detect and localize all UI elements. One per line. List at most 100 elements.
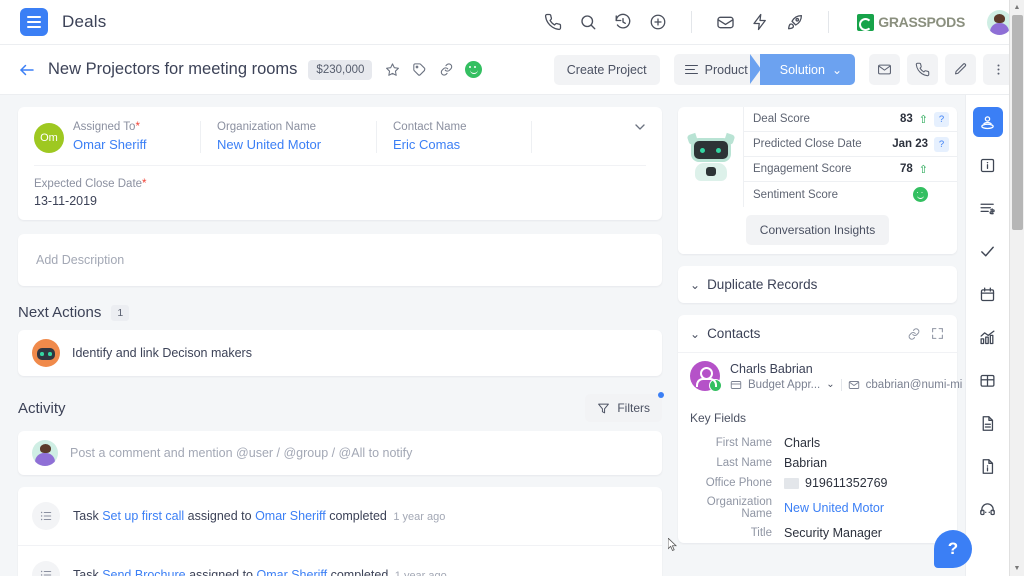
comment-box[interactable]: Post a comment and mention @user / @grou… bbox=[18, 431, 662, 475]
key-field-value: 919611352769 bbox=[784, 476, 888, 490]
document-icon bbox=[979, 415, 996, 432]
contact-meta: Budget Appr... ⌄ cbabrian@numi-mi bbox=[730, 379, 962, 391]
task-assignee[interactable]: Omar Sheriff bbox=[256, 568, 327, 576]
sidebar-item-calendar[interactable] bbox=[973, 279, 1003, 309]
contact-location-icon bbox=[979, 114, 996, 131]
help-icon[interactable]: ? bbox=[934, 137, 949, 152]
topbar-icons: GRASSPODS bbox=[542, 10, 1012, 35]
help-button[interactable]: ? bbox=[934, 530, 972, 568]
filters-button[interactable]: Filters bbox=[585, 394, 662, 422]
expected-close-date-label: Expected Close Date* bbox=[34, 178, 182, 190]
check-icon bbox=[979, 243, 996, 260]
task-kind: Task bbox=[73, 568, 99, 576]
brand-name: GRASSPODS bbox=[878, 14, 965, 30]
table-row[interactable]: Task Send Brochure assigned to Omar Sher… bbox=[18, 545, 662, 576]
assigned-to-value[interactable]: Omar Sheriff bbox=[73, 137, 146, 152]
sidebar-item-info[interactable] bbox=[973, 150, 1003, 180]
inbox-icon[interactable] bbox=[714, 11, 736, 33]
search-icon[interactable] bbox=[577, 11, 599, 33]
organization-name-label: Organization Name bbox=[217, 121, 358, 133]
brand-mark-icon bbox=[857, 14, 874, 31]
key-field-row: Title Security Manager bbox=[678, 523, 957, 543]
plus-circle-icon[interactable] bbox=[647, 11, 669, 33]
task-name[interactable]: Set up first call bbox=[102, 509, 184, 523]
assigned-to-field: Om Assigned To* Omar Sheriff bbox=[34, 121, 200, 153]
sidebar-item-analytics[interactable] bbox=[973, 322, 1003, 352]
edit-icon[interactable] bbox=[945, 54, 976, 85]
history-icon[interactable] bbox=[612, 11, 634, 33]
sentiment-smiley-icon bbox=[465, 61, 482, 78]
sidebar-item-document-info[interactable] bbox=[973, 451, 1003, 481]
hamburger-icon[interactable] bbox=[20, 8, 48, 36]
next-actions-header: Next Actions 1 bbox=[18, 304, 662, 321]
lightning-icon[interactable] bbox=[749, 11, 771, 33]
role-card-icon bbox=[730, 379, 742, 391]
deal-score-value: 83 bbox=[900, 113, 913, 125]
back-button[interactable] bbox=[14, 57, 40, 83]
expand-icon[interactable] bbox=[929, 326, 945, 342]
contacts-title: Contacts bbox=[707, 326, 760, 341]
key-field-value[interactable]: New United Motor bbox=[784, 501, 884, 515]
link-icon[interactable] bbox=[906, 326, 922, 342]
chevron-down-icon[interactable] bbox=[632, 119, 648, 140]
scroll-down-arrow-icon[interactable]: ▼ bbox=[1010, 561, 1024, 576]
link-icon[interactable] bbox=[438, 61, 455, 78]
contact-email[interactable]: cbabrian@numi-mi bbox=[866, 379, 963, 391]
analytics-icon bbox=[979, 329, 996, 346]
conversation-insights-button[interactable]: Conversation Insights bbox=[746, 215, 889, 245]
phone-icon[interactable] bbox=[542, 11, 564, 33]
key-field-label: First Name bbox=[678, 437, 772, 449]
brand-logo[interactable]: GRASSPODS bbox=[857, 14, 965, 31]
sidebar-item-tasks[interactable] bbox=[973, 236, 1003, 266]
contacts-panel: ⌄ Contacts Charls Babrian bbox=[678, 315, 957, 543]
mouse-cursor bbox=[668, 538, 678, 553]
duplicate-records-header[interactable]: ⌄ Duplicate Records bbox=[678, 266, 957, 303]
stage-product[interactable]: Product bbox=[674, 54, 760, 85]
sidebar-item-support[interactable] bbox=[973, 494, 1003, 524]
subheader-actions bbox=[869, 54, 1014, 85]
contacts-header[interactable]: ⌄ Contacts bbox=[678, 315, 957, 352]
create-project-button[interactable]: Create Project bbox=[554, 55, 660, 85]
sentiment-smiley-icon bbox=[913, 187, 928, 202]
activity-title: Activity bbox=[18, 400, 66, 417]
scrollbar-thumb[interactable] bbox=[1012, 95, 1023, 230]
sidebar-item-products[interactable] bbox=[973, 365, 1003, 395]
brand-divider bbox=[828, 11, 829, 33]
next-actions-title: Next Actions bbox=[18, 304, 101, 321]
contact-name-value[interactable]: Eric Comas bbox=[393, 137, 513, 152]
contact-name: Charls Babrian bbox=[730, 362, 962, 376]
help-icon[interactable]: ? bbox=[934, 112, 949, 127]
phone-icon[interactable] bbox=[907, 54, 938, 85]
sidebar-item-quotes[interactable] bbox=[973, 193, 1003, 223]
trend-up-icon: ⇧ bbox=[919, 113, 928, 126]
task-name[interactable]: Send Brochure bbox=[102, 568, 185, 576]
sidebar-item-contact-location[interactable] bbox=[973, 107, 1003, 137]
sidebar-item-documents[interactable] bbox=[973, 408, 1003, 438]
next-action-item[interactable]: Identify and link Decison makers bbox=[18, 330, 662, 376]
page-scrollbar[interactable]: ▲ ▼ bbox=[1009, 95, 1024, 576]
table-row[interactable]: Task Set up first call assigned to Omar … bbox=[18, 487, 662, 545]
task-description: Task Set up first call assigned to Omar … bbox=[73, 509, 445, 523]
stage-solution[interactable]: Solution ⌄ bbox=[760, 54, 855, 85]
organization-name-value[interactable]: New United Motor bbox=[217, 137, 358, 152]
contact-item[interactable]: Charls Babrian Budget Appr... ⌄ cbabrian… bbox=[678, 352, 957, 399]
task-list-icon bbox=[32, 561, 60, 576]
key-field-row: Organization Name New United Motor bbox=[678, 493, 957, 523]
key-field-label: Office Phone bbox=[678, 477, 772, 489]
star-icon[interactable] bbox=[384, 61, 401, 78]
rocket-icon[interactable] bbox=[784, 11, 806, 33]
task-description: Task Send Brochure assigned to Omar Sher… bbox=[73, 568, 447, 576]
left-column: Om Assigned To* Omar Sheriff Organizatio… bbox=[0, 95, 672, 576]
predicted-close-date-row: Predicted Close Date Jan 23 ? bbox=[744, 132, 957, 157]
description-card[interactable]: Add Description bbox=[18, 234, 662, 286]
engagement-score-label: Engagement Score bbox=[753, 163, 851, 175]
tag-icon[interactable] bbox=[411, 61, 428, 78]
filter-icon bbox=[597, 402, 610, 415]
online-status-dot bbox=[709, 379, 722, 392]
bot-avatar-icon bbox=[32, 339, 60, 367]
task-assignee[interactable]: Omar Sheriff bbox=[255, 509, 326, 523]
email-icon[interactable] bbox=[869, 54, 900, 85]
app-title: Deals bbox=[62, 12, 106, 32]
next-action-text: Identify and link Decison makers bbox=[72, 346, 252, 360]
chevron-down-icon[interactable]: ⌄ bbox=[826, 379, 834, 390]
